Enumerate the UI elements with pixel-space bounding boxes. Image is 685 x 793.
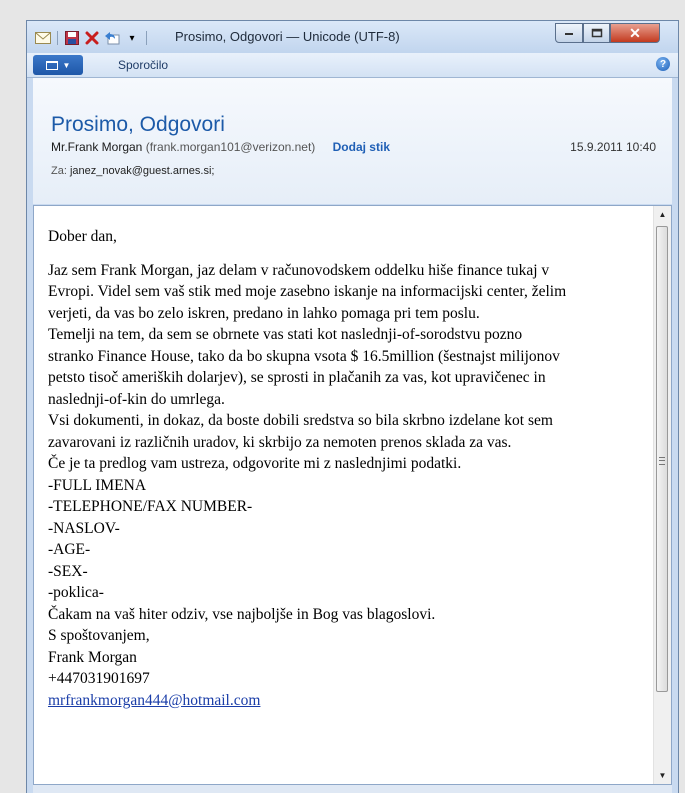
close-button[interactable]: ✕	[610, 23, 660, 43]
file-menu-button[interactable]: ▼	[33, 55, 83, 75]
recipient-address[interactable]: janez_novak@guest.arnes.si;	[70, 165, 214, 177]
scroll-thumb[interactable]	[656, 226, 668, 692]
body-line: naslednji-of-kin do umrlega.	[48, 390, 225, 408]
message-date: 15.9.2011 10:40	[570, 140, 656, 154]
body-lines: Jaz sem Frank Morgan, jaz delam v računo…	[48, 260, 628, 712]
close-icon: ✕	[629, 24, 641, 41]
maximize-button[interactable]	[583, 23, 610, 43]
body-line: -poklica-	[48, 584, 104, 601]
body-line: petsto tisoč ameriških dolarjev), se spr…	[48, 369, 546, 386]
envelope-icon[interactable]	[35, 30, 51, 46]
tab-message[interactable]: Sporočilo	[118, 58, 168, 72]
body-line: -NASLOV-	[48, 519, 120, 537]
document-icon	[45, 60, 58, 70]
body-line: S spoštovanjem,	[48, 627, 150, 644]
body-line: Vsi dokumenti, in dokaz, da boste dobili…	[48, 412, 553, 429]
body-line: zavarovani iz različnih uradov, ki skrbi…	[48, 433, 512, 451]
body-line: stranko Finance House, tako da bo skupna…	[48, 347, 560, 365]
minimize-icon	[565, 33, 573, 35]
save-icon[interactable]	[64, 30, 80, 46]
help-icon[interactable]: ?	[656, 57, 670, 71]
window-title: Prosimo, Odgovori — Unicode (UTF-8)	[175, 29, 400, 44]
add-contact-link[interactable]: Dodaj stik	[333, 140, 390, 154]
body-line: +447031901697	[48, 670, 150, 687]
customize-toolbar-icon[interactable]: ▾	[124, 30, 140, 46]
email-link[interactable]: mrfrankmorgan444@hotmail.com	[48, 690, 628, 712]
message-window: ▾ Prosimo, Odgovori — Unicode (UTF-8) ✕ …	[26, 20, 679, 793]
toolbar-separator	[146, 31, 147, 45]
body-line: -AGE-	[48, 541, 91, 558]
body-line: Če je ta predlog vam ustreza, odgovorite…	[48, 455, 462, 472]
toolbar-separator	[57, 31, 58, 45]
message-header: Prosimo, Odgovori Mr.Frank Morgan (frank…	[33, 78, 672, 204]
sender-email: (frank.morgan101@verizon.net)	[145, 140, 316, 154]
message-content: Dober dan, Jaz sem Frank Morgan, jaz del…	[48, 226, 628, 711]
scroll-up-button[interactable]: ▲	[654, 206, 671, 223]
body-line: Čakam na vaš hiter odziv, vse najboljše …	[48, 605, 436, 623]
body-line: -FULL IMENA	[48, 476, 147, 494]
vertical-scrollbar[interactable]: ▲ ▼	[653, 206, 671, 784]
grip-icon	[659, 457, 665, 465]
chevron-down-icon: ▼	[62, 60, 71, 70]
delete-icon[interactable]	[84, 30, 100, 46]
minimize-button[interactable]	[555, 23, 583, 43]
title-bar: ▾ Prosimo, Odgovori — Unicode (UTF-8) ✕	[27, 21, 678, 53]
body-line: Evropi. Videl sem vaš stik med moje zase…	[48, 283, 567, 300]
reply-icon[interactable]	[104, 30, 120, 46]
sender-name[interactable]: Mr.Frank Morgan	[51, 140, 142, 154]
sender-line: Mr.Frank Morgan (frank.morgan101@verizon…	[51, 140, 390, 154]
body-line: -SEX-	[48, 562, 88, 580]
maximize-icon	[591, 28, 602, 38]
message-body: Dober dan, Jaz sem Frank Morgan, jaz del…	[33, 205, 672, 785]
to-label: Za:	[51, 165, 67, 177]
recipient-line: Za: janez_novak@guest.arnes.si;	[51, 165, 214, 177]
ribbon-bar: ▼ Sporočilo ?	[27, 53, 678, 78]
quick-access-toolbar: ▾	[35, 29, 149, 47]
body-line: Jaz sem Frank Morgan, jaz delam v računo…	[48, 261, 550, 279]
message-subject: Prosimo, Odgovori	[51, 113, 225, 136]
body-line: verjeti, da vas bo zelo iskren, predano …	[48, 304, 480, 322]
scroll-down-button[interactable]: ▼	[654, 767, 671, 784]
body-line: Temelji na tem, da sem se obrnete vas st…	[48, 326, 523, 343]
status-strip	[33, 785, 672, 793]
body-line: -TELEPHONE/FAX NUMBER-	[48, 498, 253, 515]
body-line: Frank Morgan	[48, 648, 137, 666]
greeting: Dober dan,	[48, 228, 117, 245]
